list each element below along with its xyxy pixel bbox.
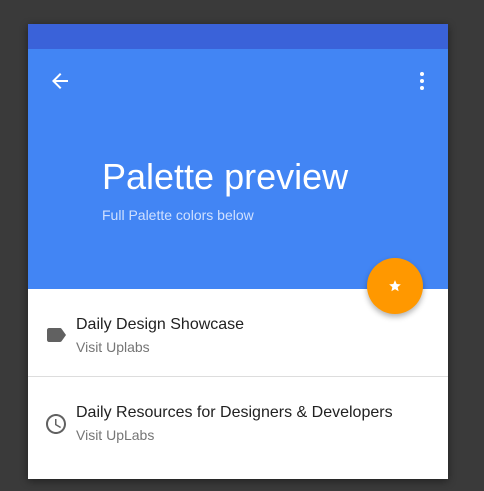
app-screen: Palette preview Full Palette colors belo…: [28, 24, 448, 479]
list-item-subtitle: Visit UpLabs: [76, 427, 155, 443]
favorite-fab-button[interactable]: [367, 258, 423, 314]
more-options-button[interactable]: [406, 65, 438, 97]
back-button[interactable]: [44, 65, 76, 97]
arrow-back-icon: [52, 73, 68, 89]
star-icon: [389, 280, 401, 292]
list-item-title: Daily Resources for Designers & Develope…: [76, 404, 393, 421]
status-bar: [28, 24, 448, 49]
page-subtitle: Full Palette colors below: [102, 207, 254, 223]
more-vert-icon: [420, 72, 424, 90]
list-item-title: Daily Design Showcase: [76, 316, 245, 333]
content-list: Daily Design Showcase Visit Uplabs Daily…: [28, 289, 448, 464]
page-title: Palette preview: [102, 156, 349, 197]
list-item-subtitle: Visit Uplabs: [76, 339, 150, 355]
clock-icon: [46, 414, 66, 434]
label-icon: [47, 328, 66, 342]
app-bar: Palette preview Full Palette colors belo…: [28, 49, 448, 289]
list-item[interactable]: Daily Resources for Designers & Develope…: [28, 377, 448, 464]
